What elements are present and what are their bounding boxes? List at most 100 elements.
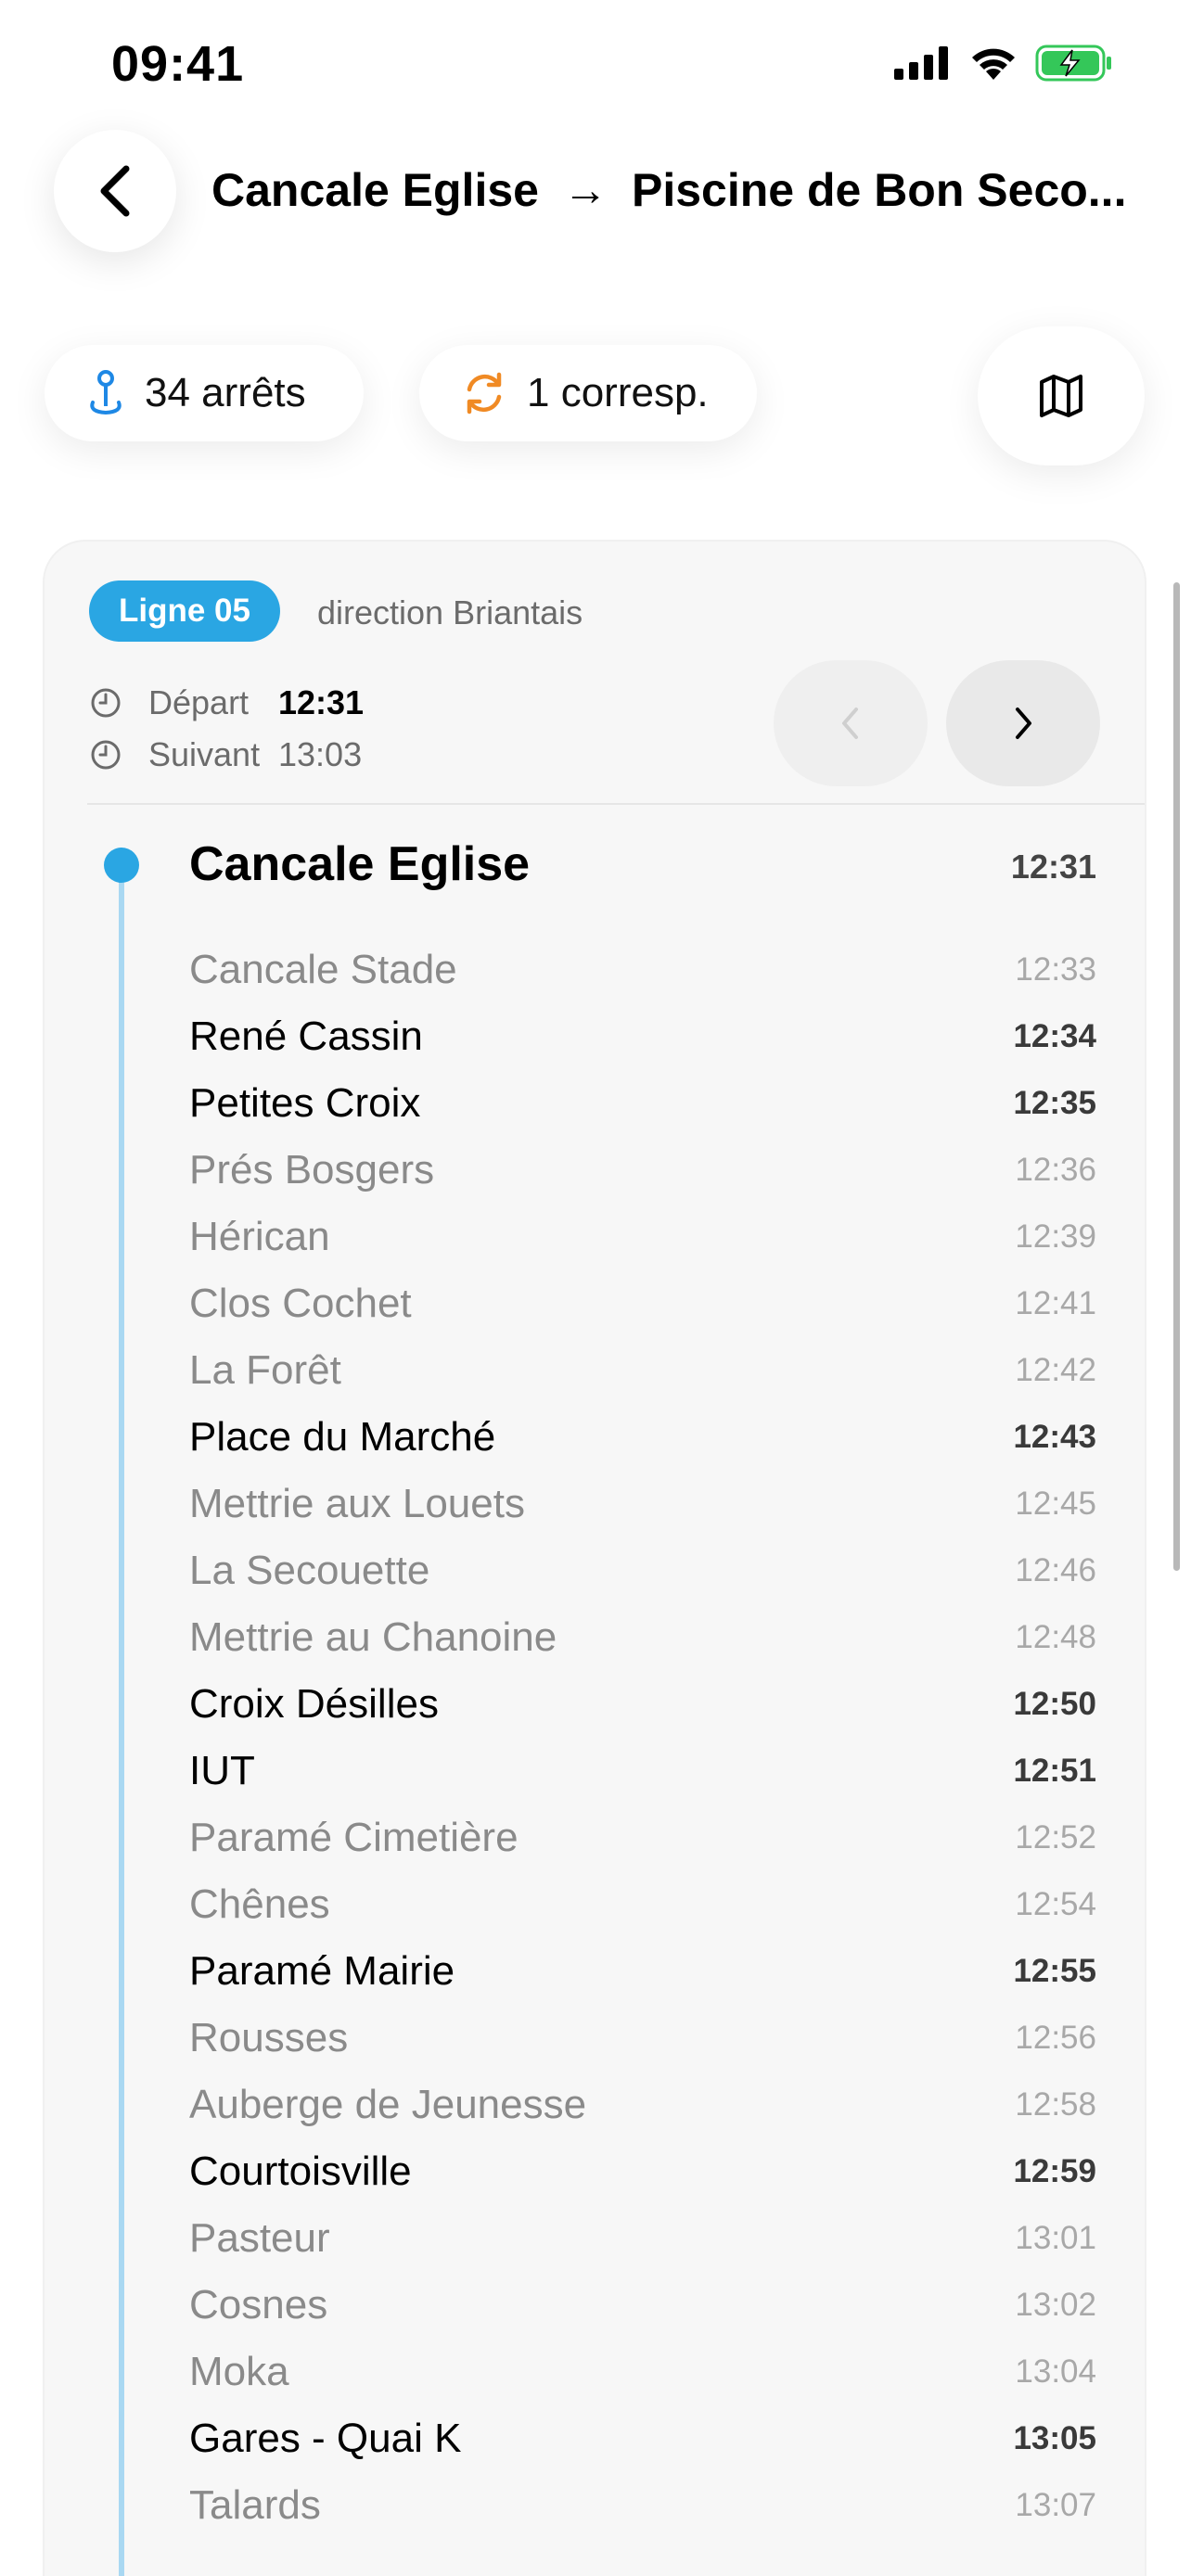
transfers-chip[interactable]: 1 corresp.	[419, 345, 757, 441]
stop-row[interactable]: La Forêt 12:42	[189, 1337, 1096, 1404]
stop-time: 13:02	[1015, 2287, 1096, 2323]
stop-name: Cancale Stade	[189, 947, 457, 992]
transfers-label: 1 corresp.	[527, 370, 709, 415]
stop-time: 13:07	[1015, 2487, 1096, 2523]
stop-row[interactable]: Pasteur 13:01	[189, 2205, 1096, 2272]
stop-row[interactable]: Cosnes 13:02	[189, 2272, 1096, 2339]
route-arrow-icon: →	[562, 165, 608, 215]
next-departure-label: Suivant	[148, 735, 261, 773]
stop-time: 12:43	[1013, 1419, 1096, 1455]
stops-count-chip[interactable]: 34 arrêts	[45, 345, 364, 441]
map-button[interactable]	[978, 326, 1145, 465]
stops-list: Cancale Stade 12:33 René Cassin 12:34 Petite…	[189, 937, 1096, 2539]
line-card: Ligne 05 direction Briantais Départ 12:3…	[45, 542, 1145, 2576]
stop-row[interactable]: Talards 13:07	[189, 2472, 1096, 2539]
stop-time: 12:45	[1015, 1486, 1096, 1522]
clock-icon	[91, 688, 121, 718]
stop-row[interactable]: Hérican 12:39	[189, 1204, 1096, 1270]
header: Cancale Eglise → Piscine de Bon Seco...	[0, 130, 1191, 255]
stop-time: 12:46	[1015, 1552, 1096, 1588]
stop-row[interactable]: Croix Désilles 12:50	[189, 1671, 1096, 1738]
location-pin-icon	[90, 370, 122, 415]
stop-row[interactable]: Rousses 12:56	[189, 2005, 1096, 2072]
stop-time: 12:56	[1015, 2020, 1096, 2056]
stop-name: René Cassin	[189, 1014, 423, 1059]
chevron-left-icon	[100, 165, 130, 217]
stop-row[interactable]: Gares - Quai K 13:05	[189, 2405, 1096, 2472]
clock-icon	[91, 740, 121, 770]
stop-row[interactable]: Mettrie au Chanoine 12:48	[189, 1604, 1096, 1671]
stop-row[interactable]: Moka 13:04	[189, 2339, 1096, 2405]
stop-name: Gares - Quai K	[189, 2416, 462, 2461]
stop-time: 13:05	[1013, 2420, 1096, 2456]
stop-row[interactable]: Mettrie aux Louets 12:45	[189, 1471, 1096, 1537]
status-icons	[894, 45, 1113, 82]
departure-times: Départ 12:31 Suivant 13:03	[89, 677, 364, 781]
stop-name: Moka	[189, 2349, 289, 2394]
first-stop-time: 12:31	[1010, 848, 1096, 886]
stop-name: Paramé Mairie	[189, 1948, 455, 1994]
status-time: 09:41	[111, 36, 245, 92]
next-departure-row: Suivant 13:03	[89, 729, 364, 781]
route-origin: Cancale Eglise	[211, 164, 539, 216]
stop-time: 12:50	[1013, 1686, 1096, 1722]
stop-name: Paramé Cimetière	[189, 1815, 519, 1860]
stop-row[interactable]: IUT 12:51	[189, 1738, 1096, 1804]
route-title: Cancale Eglise → Piscine de Bon Seco...	[211, 163, 1148, 217]
first-stop-name: Cancale Eglise	[189, 837, 531, 891]
stop-row[interactable]: Cancale Stade 12:33	[189, 937, 1096, 1003]
stop-time: 12:58	[1015, 2086, 1096, 2123]
stop-row[interactable]: Prés Bosgers 12:36	[189, 1137, 1096, 1204]
stop-row[interactable]: Courtoisville 12:59	[189, 2138, 1096, 2205]
stop-row[interactable]: René Cassin 12:34	[189, 1003, 1096, 1070]
stop-name: Mettrie aux Louets	[189, 1481, 525, 1526]
line-badge: Ligne 05	[89, 580, 280, 642]
stop-name: La Secouette	[189, 1548, 430, 1593]
stop-time: 13:04	[1015, 2353, 1096, 2390]
stop-time: 12:51	[1013, 1753, 1096, 1789]
stop-name: Rousses	[189, 2015, 349, 2060]
refresh-icon	[467, 372, 502, 414]
stop-time: 12:33	[1015, 951, 1096, 988]
timeline-line	[119, 866, 124, 2576]
stop-time: 12:55	[1013, 1953, 1096, 1989]
stop-row[interactable]: Petites Croix 12:35	[189, 1070, 1096, 1137]
stop-name: Clos Cochet	[189, 1281, 412, 1326]
departure-label: Départ	[148, 683, 250, 721]
departure-time: 12:31	[278, 683, 365, 721]
next-departure-time: 13:03	[278, 735, 363, 773]
departure-row: Départ 12:31	[89, 677, 364, 729]
stop-time: 12:35	[1013, 1085, 1096, 1121]
stop-row[interactable]: Paramé Mairie 12:55	[189, 1938, 1096, 2005]
stop-name: Hérican	[189, 1214, 330, 1259]
timeline-start-dot	[104, 848, 139, 883]
previous-departure-button[interactable]	[774, 660, 928, 786]
stop-name: IUT	[189, 1748, 255, 1793]
stop-row[interactable]: La Secouette 12:46	[189, 1537, 1096, 1604]
chevron-right-icon	[1016, 708, 1031, 739]
back-button[interactable]	[54, 130, 176, 252]
next-departure-button[interactable]	[946, 660, 1100, 786]
stop-row[interactable]: Chênes 12:54	[189, 1871, 1096, 1938]
stop-time: 12:59	[1013, 2153, 1096, 2189]
stop-name: La Forêt	[189, 1347, 341, 1393]
stop-time: 12:34	[1013, 1018, 1096, 1054]
battery-charging-icon	[1035, 45, 1111, 82]
stop-name: Mettrie au Chanoine	[189, 1614, 557, 1660]
stop-name: Chênes	[189, 1881, 330, 1927]
stop-name: Pasteur	[189, 2215, 330, 2261]
stop-row[interactable]: Clos Cochet 12:41	[189, 1270, 1096, 1337]
map-icon	[1040, 375, 1082, 417]
stop-row[interactable]: Place du Marché 12:43	[189, 1404, 1096, 1471]
stop-name: Auberge de Jeunesse	[189, 2082, 587, 2127]
stop-time: 12:42	[1015, 1352, 1096, 1388]
stop-name: Prés Bosgers	[189, 1147, 435, 1192]
scrollbar[interactable]	[1173, 582, 1180, 1571]
stop-time: 12:54	[1015, 1886, 1096, 1922]
stop-name: Place du Marché	[189, 1414, 496, 1460]
stop-row[interactable]: Auberge de Jeunesse 12:58	[189, 2072, 1096, 2138]
cellular-signal-icon	[894, 46, 948, 80]
stop-time: 13:01	[1015, 2220, 1096, 2256]
stop-row[interactable]: Paramé Cimetière 12:52	[189, 1804, 1096, 1871]
stop-name: Cosnes	[189, 2282, 328, 2327]
